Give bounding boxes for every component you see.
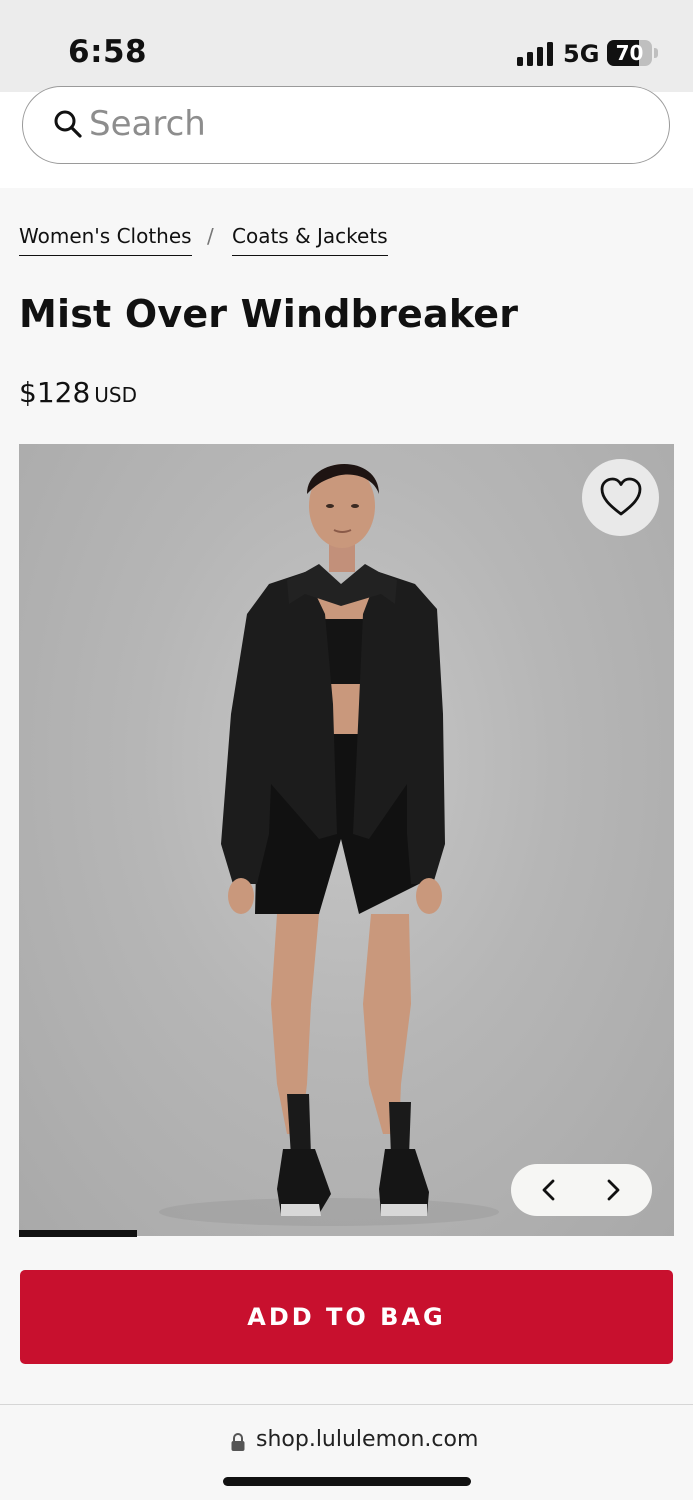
browser-url-bar[interactable]: shop.lululemon.com: [0, 1404, 693, 1500]
price-currency: USD: [94, 383, 137, 407]
heart-icon: [600, 477, 642, 516]
chevron-left-icon: [542, 1179, 555, 1201]
status-time: 6:58: [68, 34, 148, 70]
search-placeholder: Search: [89, 104, 206, 144]
breadcrumb-womens-clothes[interactable]: Women's Clothes: [19, 224, 192, 256]
product-image[interactable]: [19, 444, 674, 1236]
network-type: 5G: [563, 40, 600, 68]
home-indicator: [223, 1477, 471, 1486]
signal-strength-icon: [517, 42, 554, 66]
product-price: $128 USD: [19, 376, 137, 409]
chevron-right-icon: [607, 1179, 620, 1201]
price-amount: $128: [19, 376, 91, 409]
battery-level: 70: [615, 41, 644, 65]
battery-tip: [654, 48, 658, 58]
search-input[interactable]: Search: [22, 86, 670, 164]
battery-icon: 70: [607, 40, 652, 66]
carousel-progress-fill: [19, 1230, 137, 1237]
add-to-bag-button[interactable]: ADD TO BAG: [20, 1270, 673, 1364]
model-illustration: [159, 463, 499, 1226]
search-icon: [54, 110, 82, 138]
url-text: shop.lululemon.com: [256, 1427, 479, 1452]
product-title: Mist Over Windbreaker: [19, 292, 519, 336]
breadcrumb-separator: /: [207, 224, 214, 248]
breadcrumb-coats-jackets[interactable]: Coats & Jackets: [232, 224, 388, 256]
carousel-progress: [19, 1230, 674, 1237]
wishlist-button[interactable]: [582, 459, 659, 536]
lock-icon: [231, 1433, 245, 1451]
carousel-next-button[interactable]: [593, 1164, 633, 1216]
status-bar: 6:58 5G 70: [0, 0, 693, 92]
carousel-nav: [511, 1164, 652, 1216]
carousel-prev-button[interactable]: [529, 1164, 569, 1216]
search-area: Search: [0, 86, 693, 188]
